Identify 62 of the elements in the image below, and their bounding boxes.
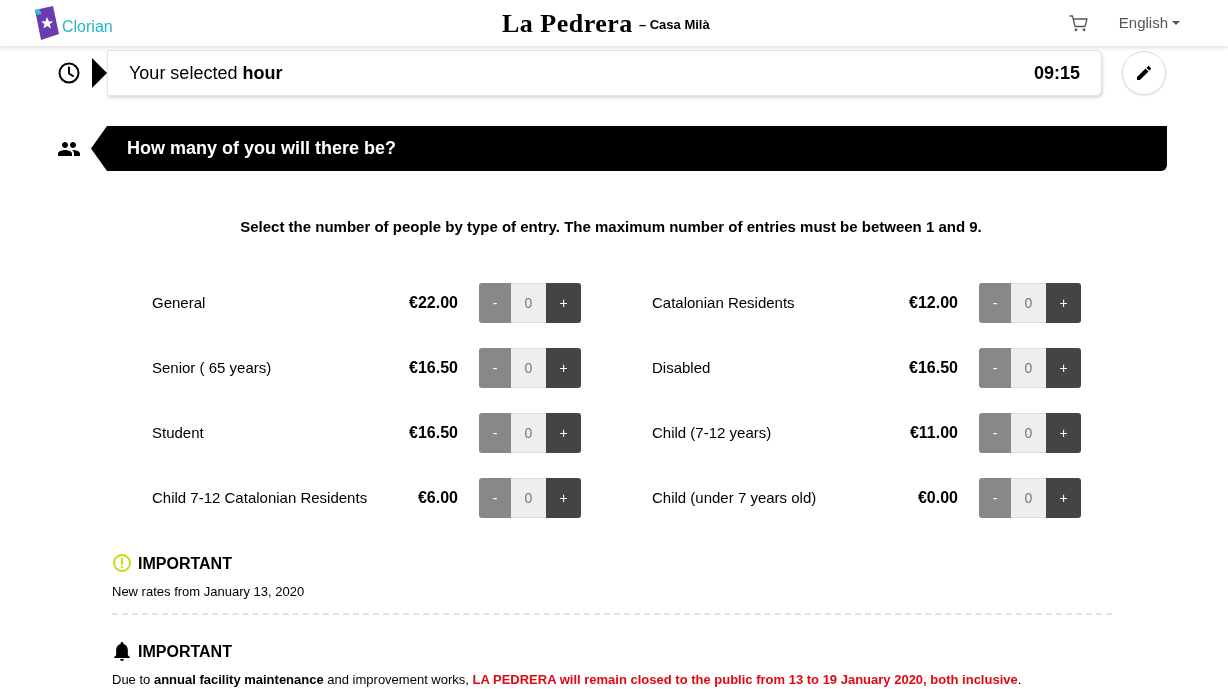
ticket-type-label: Catalonian Residents xyxy=(652,292,796,313)
decrement-button[interactable]: - xyxy=(479,283,511,323)
ticket-type-label: Child (7-12 years) xyxy=(652,422,773,443)
ticket-type-label: Child 7-12 Catalonian Residents xyxy=(152,487,369,508)
notice-title: IMPORTANT xyxy=(138,642,232,662)
exclamation-circle-icon xyxy=(113,554,131,572)
ticket-price: €0.00 xyxy=(917,488,958,508)
caret-icon xyxy=(1172,21,1180,25)
ticket-price: €6.00 xyxy=(417,488,458,508)
count-field[interactable]: 0 xyxy=(511,413,546,453)
count-field[interactable]: 0 xyxy=(1011,348,1046,388)
increment-button[interactable]: + xyxy=(546,478,581,518)
decrement-button[interactable]: - xyxy=(979,413,1011,453)
triangle-pointer-icon xyxy=(92,58,107,88)
ticket-type-label: Senior ( 65 years) xyxy=(152,357,273,378)
count-field[interactable]: 0 xyxy=(511,283,546,323)
increment-button[interactable]: + xyxy=(1046,478,1081,518)
pencil-icon xyxy=(1137,66,1151,80)
ticket-type-label: Child (under 7 years old) xyxy=(652,487,818,508)
ticket-type-label: General xyxy=(152,292,207,313)
count-field[interactable]: 0 xyxy=(511,478,546,518)
decrement-button[interactable]: - xyxy=(479,413,511,453)
ticket-price: €12.00 xyxy=(909,293,958,313)
ticket-type-label: Student xyxy=(152,422,205,443)
decrement-button[interactable]: - xyxy=(479,478,511,518)
edit-button[interactable] xyxy=(1122,51,1166,95)
ticket-type-label: Disabled xyxy=(652,357,712,378)
logo-text: Clorian xyxy=(62,17,113,37)
decrement-button[interactable]: - xyxy=(979,283,1011,323)
site-title: La Pedrera xyxy=(502,7,633,40)
count-field[interactable]: 0 xyxy=(1011,413,1046,453)
count-field[interactable]: 0 xyxy=(1011,478,1046,518)
ticket-price: €11.00 xyxy=(909,423,958,443)
language-dropdown[interactable]: English xyxy=(1118,11,1180,35)
clock-icon xyxy=(58,62,80,84)
selected-hour-value: 09:15 xyxy=(1033,61,1080,85)
ticket-star-logo-icon xyxy=(33,6,59,40)
increment-button[interactable]: + xyxy=(1046,413,1081,453)
notice-title: IMPORTANT xyxy=(138,554,232,574)
notice-text: Due to annual facility maintenance and improvement works, LA PEDRERA will remain closed to the public from 13 to 19 January 2020, both inclusive. xyxy=(112,671,1023,689)
increment-button[interactable]: + xyxy=(546,413,581,453)
site-subtitle: – Casa Milà xyxy=(638,15,710,34)
section-title: How many of you will there be? xyxy=(127,137,397,160)
decrement-button[interactable]: - xyxy=(979,478,1011,518)
selected-hour-label: Your selected hour xyxy=(129,61,283,85)
ticket-price: €22.00 xyxy=(409,293,458,313)
ticket-price: €16.50 xyxy=(409,423,458,443)
count-field[interactable]: 0 xyxy=(1011,283,1046,323)
instructions-text: Select the number of people by type of entry. The maximum number of entries must be between 1 and 9. xyxy=(239,217,983,237)
increment-button[interactable]: + xyxy=(1046,283,1081,323)
notice-text: New rates from January 13, 2020 xyxy=(112,583,306,601)
cart-icon[interactable] xyxy=(1068,14,1088,32)
bell-icon xyxy=(114,641,130,661)
increment-button[interactable]: + xyxy=(546,348,581,388)
ticket-price: €16.50 xyxy=(909,358,958,378)
people-icon xyxy=(58,141,80,156)
decrement-button[interactable]: - xyxy=(479,348,511,388)
increment-button[interactable]: + xyxy=(1046,348,1081,388)
decrement-button[interactable]: - xyxy=(979,348,1011,388)
ticket-price: €16.50 xyxy=(409,358,458,378)
increment-button[interactable]: + xyxy=(546,283,581,323)
count-field[interactable]: 0 xyxy=(511,348,546,388)
